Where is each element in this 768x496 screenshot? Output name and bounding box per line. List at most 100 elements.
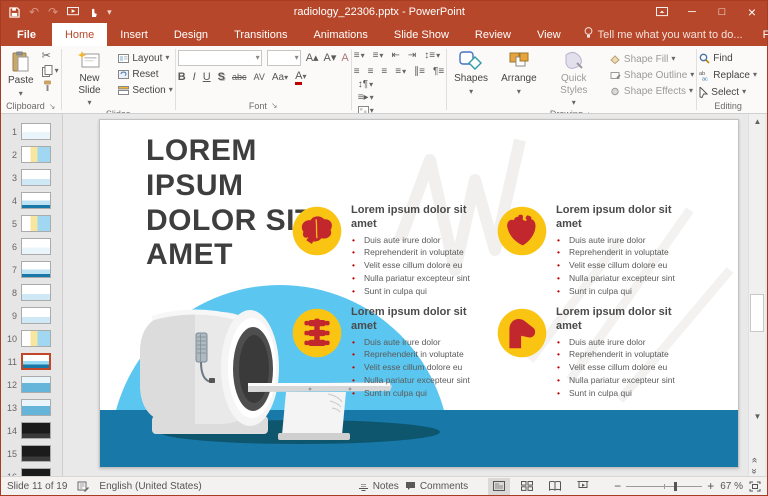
copy-icon[interactable]: ▾ xyxy=(42,65,59,77)
shape-outline-button[interactable]: Shape Outline▾ xyxy=(610,69,694,82)
slide-show-view-icon[interactable] xyxy=(572,478,594,495)
shape-effects-button[interactable]: Shape Effects▾ xyxy=(610,85,694,98)
shrink-font-icon[interactable]: A▾ xyxy=(324,53,337,64)
tab-insert[interactable]: Insert xyxy=(107,23,161,46)
thumbnail-preview[interactable] xyxy=(21,215,51,232)
new-slide-button[interactable]: New Slide ▾ xyxy=(64,49,116,109)
slide-canvas[interactable]: LOREM IPSUM DOLOR SIT AMET Lorem ipsum d… xyxy=(99,119,739,468)
grow-font-icon[interactable]: A▴ xyxy=(306,53,319,64)
zoom-slider-thumb[interactable] xyxy=(674,482,677,491)
zoom-control[interactable]: − + xyxy=(614,479,714,493)
thumbnail-preview[interactable] xyxy=(21,376,51,393)
slide-thumbnail-7[interactable]: 7 xyxy=(1,258,62,281)
thumbnail-preview[interactable] xyxy=(21,123,51,140)
thumbnail-preview[interactable] xyxy=(21,399,51,416)
collapse-ribbon-icon[interactable]: ⌃ xyxy=(766,102,767,111)
select-button[interactable]: Select▾ xyxy=(699,86,746,99)
bullets-icon[interactable]: ≡▾ xyxy=(354,51,365,61)
scrollbar-thumb[interactable] xyxy=(750,294,764,332)
quick-styles-button[interactable]: Quick Styles ▾ xyxy=(545,49,603,109)
numbering-icon[interactable]: ≡▾ xyxy=(373,51,384,61)
text-direction-options-icon[interactable]: ↕¶▾ xyxy=(358,80,444,90)
font-size-combo[interactable]: ▾ xyxy=(267,50,301,66)
content-block-spine[interactable]: Lorem ipsum dolor sit amet Duis aute iru… xyxy=(290,306,486,399)
save-icon[interactable] xyxy=(9,7,20,18)
thumbnail-preview[interactable] xyxy=(21,146,51,163)
slide-thumbnail-1[interactable]: 1 xyxy=(1,120,62,143)
redo-icon[interactable]: ↷ xyxy=(48,6,58,18)
slide-sorter-view-icon[interactable] xyxy=(516,478,538,495)
slide-thumbnail-9[interactable]: 9 xyxy=(1,304,62,327)
slide-thumbnail-14[interactable]: 14 xyxy=(1,419,62,442)
align-text-icon[interactable]: ≡▸▾ xyxy=(358,93,444,103)
thumbnail-preview[interactable] xyxy=(21,353,51,370)
decrease-indent-icon[interactable]: ⇤ xyxy=(391,51,399,61)
ribbon-display-options-icon[interactable] xyxy=(647,1,677,23)
columns-icon[interactable]: ∥≡ xyxy=(414,67,425,77)
convert-to-smartart-icon[interactable]: ▾ xyxy=(358,106,444,114)
bold-button[interactable]: B xyxy=(178,72,186,83)
tell-me-box[interactable]: Tell me what you want to do... xyxy=(574,23,753,46)
slide-thumbnail-11[interactable]: 11 xyxy=(1,350,62,373)
change-case-button[interactable]: Aa▾ xyxy=(272,73,288,83)
character-spacing-button[interactable]: AV xyxy=(254,73,265,82)
next-slide-icon[interactable]: « xyxy=(752,469,758,474)
slide-thumbnail-3[interactable]: 3 xyxy=(1,166,62,189)
proofing-icon[interactable] xyxy=(77,481,89,492)
thumbnail-preview[interactable] xyxy=(21,445,51,462)
replace-button[interactable]: abac Replace▾ xyxy=(699,69,757,82)
font-name-combo[interactable]: ▾ xyxy=(178,50,262,66)
italic-button[interactable]: I xyxy=(193,72,196,83)
tab-view[interactable]: View xyxy=(524,23,574,46)
clear-formatting-icon[interactable]: A xyxy=(341,53,348,64)
tab-file[interactable]: File xyxy=(1,23,52,46)
font-dialog-launcher-icon[interactable]: ↘ xyxy=(271,101,278,110)
align-center-icon[interactable]: ≡ xyxy=(368,67,374,77)
slide-thumbnail-4[interactable]: 4 xyxy=(1,189,62,212)
tab-slide-show[interactable]: Slide Show xyxy=(381,23,462,46)
thumbnail-preview[interactable] xyxy=(21,284,51,301)
text-direction-icon[interactable]: ¶≡ xyxy=(433,67,444,77)
slide-thumbnail-5[interactable]: 5 xyxy=(1,212,62,235)
slide-thumbnail-6[interactable]: 6 xyxy=(1,235,62,258)
zoom-in-icon[interactable]: + xyxy=(707,479,714,493)
tab-transitions[interactable]: Transitions xyxy=(221,23,300,46)
justify-icon[interactable]: ≡▾ xyxy=(395,67,406,77)
clipboard-dialog-launcher-icon[interactable]: ↘ xyxy=(49,102,56,111)
arrange-button[interactable]: Arrange ▾ xyxy=(496,49,542,98)
paste-button[interactable]: Paste ▾ xyxy=(3,49,39,100)
text-shadow-button[interactable]: S xyxy=(218,72,225,83)
notes-button[interactable]: Notes xyxy=(358,481,399,492)
strikethrough-button[interactable]: abc xyxy=(232,72,247,83)
minimize-icon[interactable]: ─ xyxy=(677,1,707,23)
content-block-arm[interactable]: Lorem ipsum dolor sit amet Duis aute iru… xyxy=(495,306,691,399)
touch-mouse-mode-icon[interactable] xyxy=(88,7,98,18)
tab-animations[interactable]: Animations xyxy=(300,23,380,46)
user-name[interactable]: Farshad Iqbal xyxy=(753,23,768,46)
tab-design[interactable]: Design xyxy=(161,23,221,46)
slide-title[interactable]: LOREM IPSUM DOLOR SIT AMET xyxy=(146,134,314,273)
line-spacing-icon[interactable]: ↕≡▾ xyxy=(424,51,440,61)
slide-thumbnail-16[interactable]: 16 xyxy=(1,465,62,476)
thumbnail-preview[interactable] xyxy=(21,192,51,209)
maximize-icon[interactable]: □ xyxy=(707,1,737,23)
fit-slide-to-window-icon[interactable] xyxy=(749,481,761,492)
comments-button[interactable]: Comments xyxy=(405,481,468,492)
thumbnail-preview[interactable] xyxy=(21,169,51,186)
slide-thumbnail-8[interactable]: 8 xyxy=(1,281,62,304)
language-indicator[interactable]: English (United States) xyxy=(99,481,201,492)
cut-icon[interactable]: ✂ xyxy=(42,51,59,62)
align-right-icon[interactable]: ≡ xyxy=(381,67,387,77)
thumbnail-preview[interactable] xyxy=(21,307,51,324)
vertical-scrollbar[interactable]: ▲ ▼ « « xyxy=(748,114,765,476)
thumbnail-preview[interactable] xyxy=(21,261,51,278)
reading-view-icon[interactable] xyxy=(544,478,566,495)
increase-indent-icon[interactable]: ⇥ xyxy=(408,51,416,61)
thumbnail-preview[interactable] xyxy=(21,468,51,476)
zoom-percent[interactable]: 67 % xyxy=(720,481,743,492)
start-from-beginning-icon[interactable] xyxy=(67,7,79,17)
normal-view-icon[interactable] xyxy=(488,478,510,495)
zoom-out-icon[interactable]: − xyxy=(614,479,621,493)
slide-thumbnail-13[interactable]: 13 xyxy=(1,396,62,419)
slide-thumbnail-2[interactable]: 2 xyxy=(1,143,62,166)
